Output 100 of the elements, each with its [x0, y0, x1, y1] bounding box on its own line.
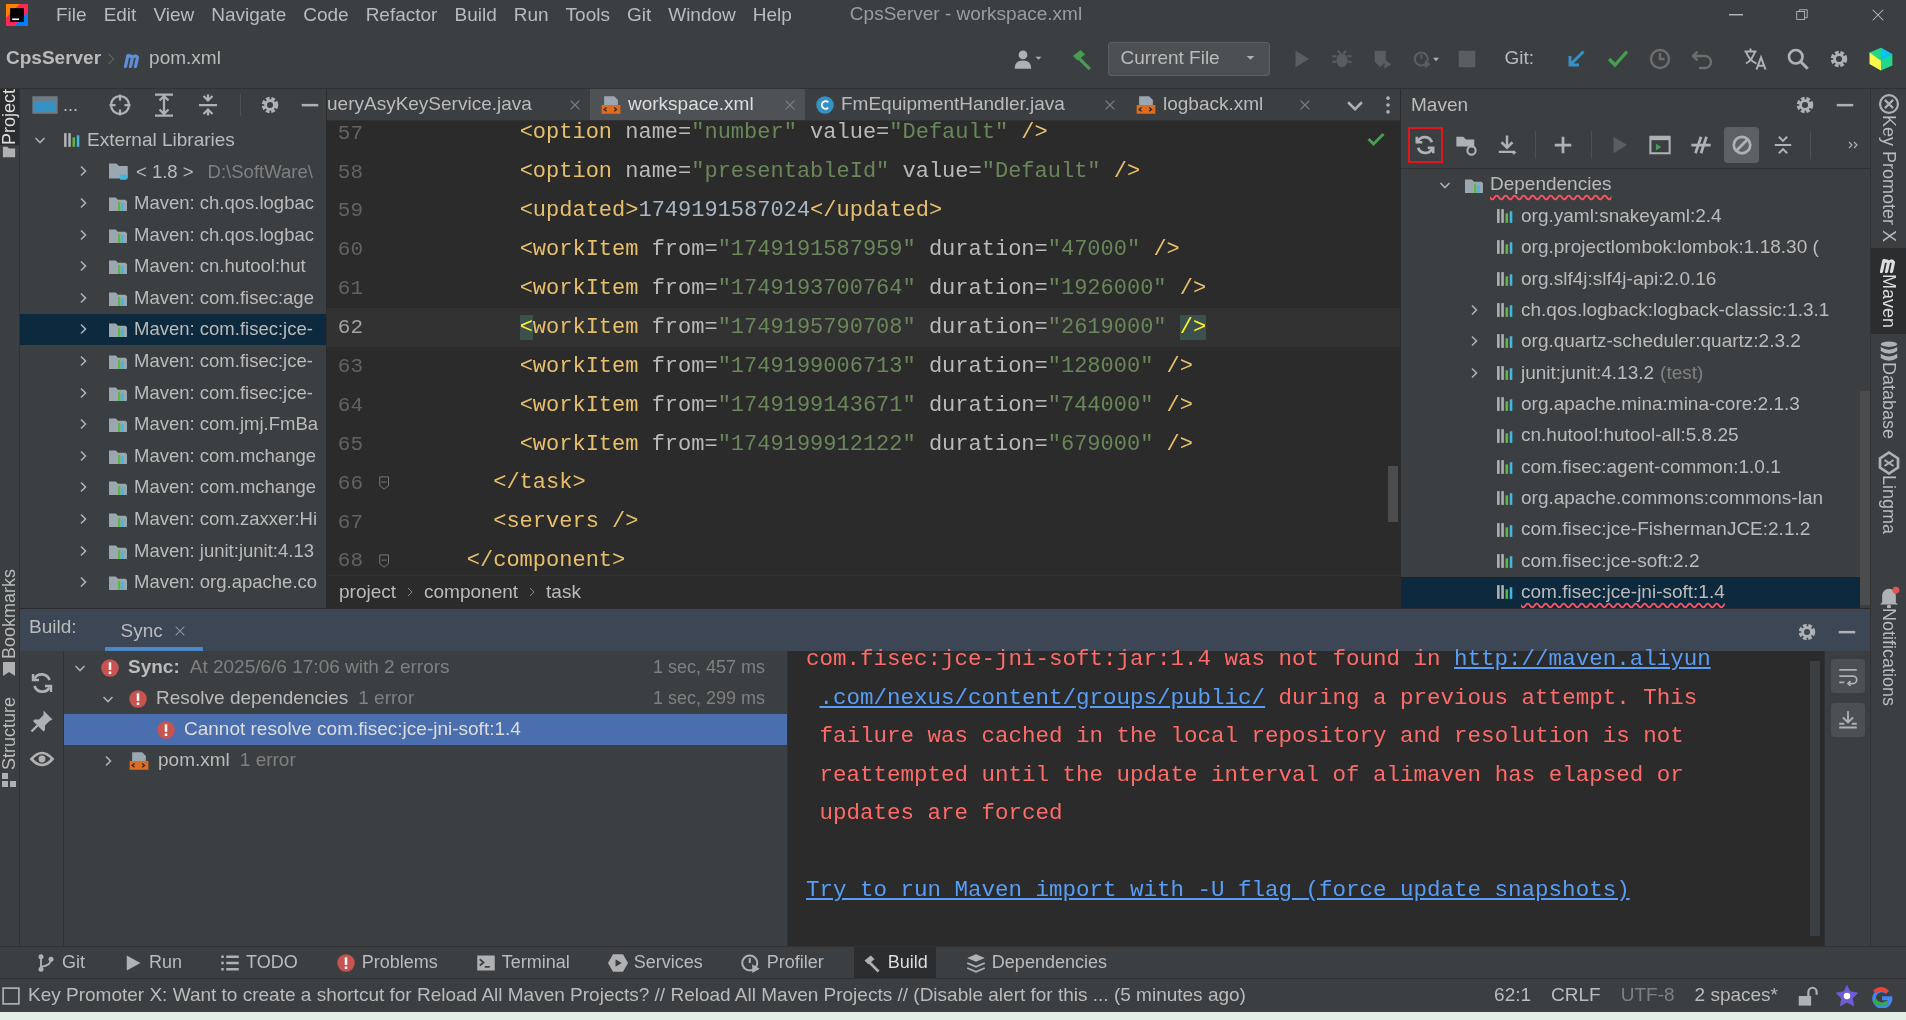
menu-item[interactable]: File [56, 5, 87, 24]
tree-item[interactable]: Maven: com.mchange [20, 439, 326, 472]
tool-window-tab[interactable]: Run [115, 946, 191, 979]
build-tree-item[interactable]: Resolve dependencies 1 error 1 sec, 299 ms [64, 683, 787, 714]
breadcrumb[interactable]: task [546, 577, 581, 607]
tree-item[interactable]: Maven: com.fisec:age [20, 281, 326, 314]
tree-item[interactable]: junit:junit:4.13.2 (test) [1401, 357, 1860, 389]
tree-item[interactable]: Maven: junit:junit:4.13 [20, 534, 326, 567]
run-configuration-dropdown[interactable]: Current File [1108, 41, 1271, 76]
tool-window-tab[interactable]: Project [0, 89, 19, 146]
tree-item[interactable]: ch.qos.logback:logback-classic:1.3.1 [1401, 294, 1860, 326]
tree-item[interactable]: org.quartz-scheduler:quartz:2.3.2 [1401, 325, 1860, 358]
menu-item[interactable]: Run [513, 5, 549, 24]
tool-window-tab[interactable]: Build [853, 946, 936, 979]
build-tree-item[interactable]: pom.xml 1 error [64, 745, 787, 776]
menu-item[interactable]: Tools [565, 5, 610, 24]
tool-window-tab[interactable]: Key Promoter X [1871, 115, 1906, 243]
tree-item[interactable]: com.fisec:agent-common:1.0.1 [1401, 451, 1860, 483]
menu-item[interactable]: Build [454, 5, 497, 24]
tool-window-tab[interactable]: Services [599, 946, 711, 979]
reload-button[interactable] [1408, 126, 1443, 163]
tree-item[interactable]: Maven: cn.hutool:hut [20, 250, 326, 282]
tree-item[interactable]: com.fisec:jce-soft:2.2 [1401, 545, 1860, 577]
tree-item[interactable]: com.fisec:jce-FishermanJCE:2.1.2 [1401, 513, 1860, 546]
tree-item[interactable]: External Libraries [20, 124, 326, 156]
url-link[interactable]: .com/nexus/content/groups/public/ [819, 684, 1266, 711]
tree-item[interactable]: Maven: com.fisec:jce- [20, 376, 326, 409]
settings-icon[interactable] [1794, 94, 1816, 116]
menu-item[interactable]: Code [303, 5, 349, 24]
locate-icon[interactable] [108, 93, 132, 117]
tree-item[interactable]: Maven: com.fisec:jce- [20, 313, 326, 346]
tool-window-tab[interactable]: Git [28, 946, 93, 979]
file-breadcrumb[interactable]: pom.xml [149, 44, 221, 73]
tree-item[interactable]: org.projectlombok:lombok:1.18.30 ( [1401, 231, 1860, 264]
fold-marker-icon[interactable] [377, 553, 392, 570]
tool-window-tab[interactable]: Problems [327, 946, 446, 979]
tree-item[interactable]: < 1.8 > D:\SoftWare\ [20, 155, 326, 188]
lock-icon[interactable] [1796, 984, 1818, 1007]
status-item[interactable]: 2 spaces* [1684, 981, 1788, 1010]
panel-title[interactable]: ... [63, 91, 78, 119]
breadcrumb[interactable]: component [424, 577, 519, 607]
tree-item[interactable]: cn.hutool:hutool-all:5.8.25 [1401, 419, 1860, 452]
search-icon[interactable] [1786, 46, 1810, 71]
more-options-icon[interactable] [1384, 93, 1392, 116]
build-tree-item[interactable]: Cannot resolve com.fisec:jce-jni-soft:1.4 [64, 714, 787, 745]
menu-item[interactable]: Help [752, 5, 792, 24]
menu-item[interactable]: View [153, 5, 195, 24]
scrollbar-thumb[interactable] [1860, 391, 1870, 605]
tree-item[interactable]: Maven: com.mchange [20, 471, 326, 504]
tool-window-tab[interactable]: Dependencies [957, 946, 1115, 979]
build-tree-item[interactable]: Sync: At 2025/6/6 17:06 with 2 errors 1 sec, 457 ms [64, 652, 787, 683]
tree-item[interactable]: Maven: com.jmj.FmBa [20, 408, 326, 440]
tree-item[interactable]: org.apache.commons:commons-lan [1401, 482, 1860, 514]
project-name[interactable]: CpsServer [6, 44, 102, 73]
url-link[interactable]: http://maven.aliyun [1454, 646, 1711, 672]
tool-window-tab[interactable]: Database [1871, 362, 1906, 440]
tool-window-tab[interactable]: Lingma [1871, 475, 1906, 535]
tree-item[interactable]: com.fisec:jce-jni-soft:1.4 [1401, 576, 1860, 608]
scrollbar-thumb[interactable] [1388, 466, 1398, 522]
menu-item[interactable]: Window [668, 5, 736, 24]
menu-item[interactable]: Edit [103, 5, 137, 24]
settings-icon[interactable] [1796, 621, 1818, 643]
sync-icon[interactable] [29, 671, 54, 695]
translate-icon[interactable] [1742, 46, 1768, 71]
tree-item[interactable]: Maven: org.apache.co [20, 566, 326, 598]
menu-item[interactable]: Refactor [365, 5, 438, 24]
tool-window-tab[interactable]: TODO [212, 946, 306, 979]
tree-item[interactable]: org.apache.mina:mina-core:2.1.3 [1401, 388, 1860, 420]
tree-item[interactable]: Maven: ch.qos.logbac [20, 187, 326, 219]
menu-item[interactable]: Git [626, 5, 652, 24]
collapse-all-icon[interactable] [196, 93, 220, 117]
tool-window-tab[interactable]: Structure [0, 697, 19, 771]
settings-icon[interactable] [259, 94, 281, 116]
editor-tab[interactable]: logback.xml [1125, 89, 1320, 120]
pin-icon[interactable] [29, 709, 54, 733]
status-toggle-icon[interactable] [2, 986, 20, 1005]
menu-item[interactable]: Navigate [211, 5, 287, 24]
tree-item[interactable]: org.yaml:snakeyaml:2.4 [1401, 200, 1860, 232]
editor-tab[interactable]: ueryAsyKeyService.java [327, 89, 590, 120]
status-item[interactable]: 62:1 [1484, 981, 1542, 1010]
tree-item[interactable]: org.slf4j:slf4j-api:2.0.16 [1401, 263, 1860, 295]
scroll-to-end-button[interactable] [1830, 703, 1865, 737]
editor-tab[interactable]: workspace.xml [590, 89, 805, 120]
skip-tests-button[interactable] [1724, 126, 1760, 163]
force-update-link[interactable]: Try to run Maven import with -U flag (force update snapshots) [806, 870, 1630, 910]
tree-item[interactable]: Maven: com.fisec:jce- [20, 345, 326, 377]
tool-window-tab[interactable]: Profiler [732, 946, 832, 979]
editor-tab[interactable]: FmEquipmentHandler.java [805, 89, 1125, 120]
status-item[interactable]: CRLF [1541, 981, 1611, 1010]
expand-all-icon[interactable] [152, 93, 176, 117]
soft-wrap-button[interactable] [1830, 659, 1865, 693]
project-view-icon[interactable] [32, 94, 58, 116]
tool-window-tab[interactable]: Bookmarks [0, 569, 19, 660]
tree-item[interactable]: Dependencies [1401, 169, 1860, 201]
tree-item[interactable]: Maven: com.zaxxer:Hi [20, 503, 326, 535]
plugin-logo-icon[interactable] [1868, 45, 1894, 72]
tool-window-tab[interactable]: Terminal [467, 946, 578, 979]
breadcrumb[interactable]: project [339, 577, 397, 607]
tool-window-tab[interactable]: Notifications [1871, 608, 1906, 707]
tree-item[interactable]: Maven: ch.qos.logbac [20, 218, 326, 251]
